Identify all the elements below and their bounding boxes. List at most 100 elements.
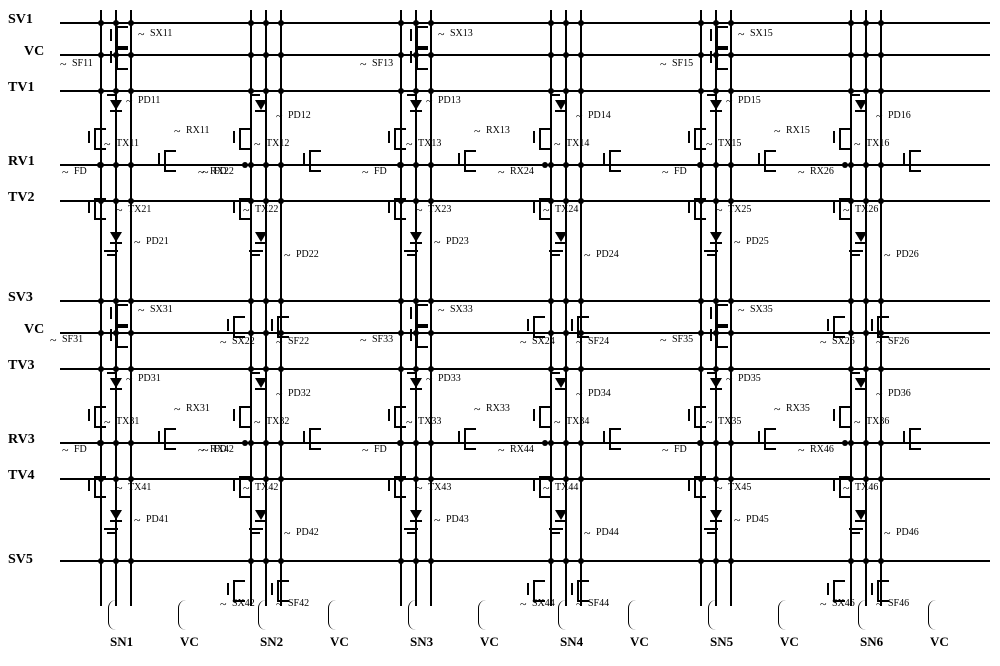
label-column-out: SN4 — [560, 634, 583, 650]
ground-icon — [704, 250, 718, 260]
tilde-leader: ~ — [116, 203, 123, 218]
ground-icon — [404, 250, 418, 260]
label-pd16: PD16 — [888, 110, 911, 121]
node-dot — [563, 366, 569, 372]
label-pd23: PD23 — [446, 236, 469, 247]
photodiode-icon — [410, 510, 422, 520]
node-dot — [278, 20, 284, 26]
rx-transistor — [603, 428, 625, 446]
tilde-leader: ~ — [734, 235, 741, 250]
ground-icon — [249, 250, 263, 260]
node-dot — [863, 198, 869, 204]
tx-transistor — [233, 128, 255, 146]
label-sf33: SF33 — [372, 334, 393, 345]
tilde-leader: ~ — [438, 27, 445, 42]
label-vc-col: VC — [330, 634, 349, 650]
leader-curve — [328, 600, 343, 630]
label-tx22: TX22 — [255, 204, 278, 215]
label-sf22: SF22 — [288, 336, 309, 347]
label-column-out: SN6 — [860, 634, 883, 650]
label-fd: FD — [74, 444, 87, 455]
node-dot — [863, 440, 869, 446]
node-dot — [128, 162, 134, 168]
node-dot — [128, 198, 134, 204]
node-dot — [98, 88, 104, 94]
label-tx33: TX33 — [418, 416, 441, 427]
label-tx23: TX23 — [428, 204, 451, 215]
tilde-leader: ~ — [284, 526, 291, 541]
tx-transistor — [88, 406, 110, 424]
tilde-leader: ~ — [660, 57, 667, 72]
tx-transistor — [833, 406, 855, 424]
node-dot — [713, 366, 719, 372]
node-dot — [278, 162, 284, 168]
node-dot — [578, 52, 584, 58]
node-dot — [863, 366, 869, 372]
node-dot — [398, 20, 404, 26]
node-dot — [398, 476, 404, 482]
node-dot — [113, 162, 119, 168]
label-sf13: SF13 — [372, 58, 393, 69]
sf-transistor — [271, 580, 293, 598]
node-dot — [98, 366, 104, 372]
ground-icon — [849, 528, 863, 538]
node-dot — [428, 440, 434, 446]
node-dot — [548, 440, 554, 446]
node-dot — [248, 88, 254, 94]
node-dot — [698, 558, 704, 564]
label-sf46: SF46 — [888, 598, 909, 609]
label-pd31: PD31 — [138, 373, 161, 384]
node-dot — [863, 558, 869, 564]
node-dot — [728, 440, 734, 446]
label-tv4: TV4 — [8, 468, 34, 484]
column-bus-5-0 — [700, 10, 702, 606]
tilde-leader: ~ — [220, 335, 227, 350]
photodiode-icon — [255, 232, 267, 242]
node-dot — [848, 298, 854, 304]
label-sf42: SF42 — [288, 598, 309, 609]
node-dot — [248, 52, 254, 58]
label-tx36: TX36 — [866, 416, 889, 427]
node-dot — [398, 298, 404, 304]
node-dot — [128, 558, 134, 564]
node-dot — [878, 52, 884, 58]
ground-icon — [104, 528, 118, 538]
sx-transistor — [410, 26, 432, 44]
node-dot — [728, 330, 734, 336]
label-sx35: SX35 — [750, 304, 773, 315]
node-dot — [548, 162, 554, 168]
node-dot — [113, 198, 119, 204]
label-tv3: TV3 — [8, 358, 34, 374]
label-pd12: PD12 — [288, 110, 311, 121]
tilde-leader: ~ — [726, 94, 733, 109]
label-sf31: SF31 — [62, 334, 83, 345]
node-dot — [263, 52, 269, 58]
label-fd: FD — [74, 166, 87, 177]
tilde-leader: ~ — [738, 27, 745, 42]
node-dot — [398, 440, 404, 446]
node-dot — [113, 20, 119, 26]
label-column-out: SN2 — [260, 634, 283, 650]
node-dot — [428, 20, 434, 26]
label-rx33: RX33 — [486, 403, 510, 414]
node-dot — [278, 366, 284, 372]
tilde-leader: ~ — [884, 248, 891, 263]
node-dot — [263, 440, 269, 446]
node-dot — [878, 476, 884, 482]
tilde-leader: ~ — [138, 27, 145, 42]
label-pd15: PD15 — [738, 95, 761, 106]
ground-icon — [549, 250, 563, 260]
tilde-leader: ~ — [126, 372, 133, 387]
node-dot — [278, 330, 284, 336]
tilde-leader: ~ — [50, 333, 57, 348]
label-tx35: TX35 — [718, 416, 741, 427]
node-dot — [848, 558, 854, 564]
node-dot — [113, 558, 119, 564]
tilde-leader: ~ — [662, 165, 669, 180]
sx-transistor — [410, 304, 432, 322]
node-dot — [848, 198, 854, 204]
node-dot — [398, 558, 404, 564]
leader-curve — [628, 600, 643, 630]
label-fd: FD — [214, 166, 227, 177]
node-dot — [428, 298, 434, 304]
